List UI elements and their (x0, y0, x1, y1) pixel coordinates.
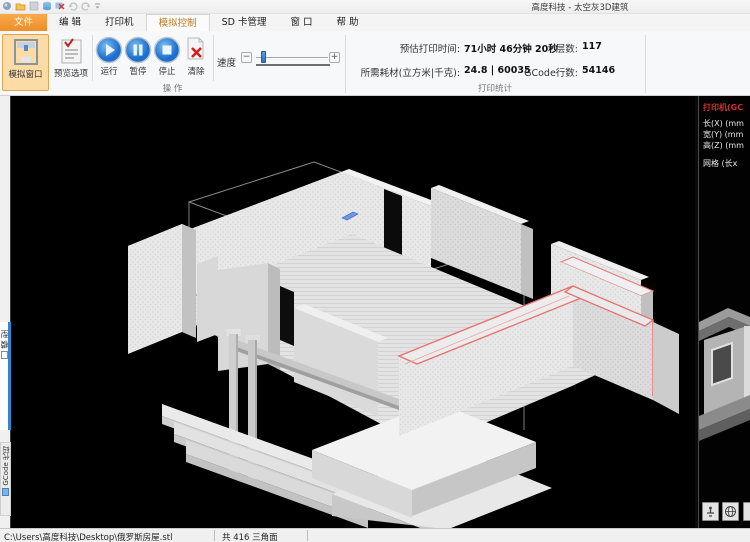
open-folder-icon[interactable] (15, 1, 26, 11)
print-time-label: 预估打印时间: (350, 41, 460, 55)
field-height-z: 高(Z) (mm (703, 140, 744, 151)
printer-params-panel: 打印机(GC 长(X) (mm 宽(Y) (mm 高(Z) (mm 网格 (长x (699, 96, 750, 528)
clear-label: 清除 (182, 65, 210, 77)
simulation-window-label: 模拟窗口 (3, 68, 48, 80)
field-width-y: 宽(Y) (mm (703, 129, 743, 140)
triangle-count: 共 416 三角面 (222, 531, 278, 542)
run-label: 运行 (95, 65, 123, 77)
left-tab-strip: 模 型 GCode 代码 (0, 96, 11, 528)
clear-icon (183, 36, 209, 64)
menu-file[interactable]: 文件 (0, 14, 47, 31)
menu-printer[interactable]: 打印机 (93, 14, 146, 31)
menu-sdcard[interactable]: SD 卡管理 (210, 14, 279, 31)
speed-label: 速度 (217, 55, 236, 69)
stop-label: 停止 (153, 65, 181, 77)
group-operation-label: 操 作 (0, 82, 345, 94)
material-label: 所需耗材(立方米|千克): (348, 65, 460, 79)
delete-database-icon[interactable] (55, 1, 65, 11)
menu-edit[interactable]: 编 辑 (47, 14, 93, 31)
app-window: 高度科技 - 太空灰3D建筑 文件 编 辑 打印机 模拟控制 SD 卡管理 窗 … (0, 0, 750, 542)
field-grid: 网格 (长x (703, 158, 737, 169)
gcode-lines-value: 54146 (582, 65, 615, 76)
speed-slider-groove (256, 64, 330, 66)
menu-simulation-control[interactable]: 模拟控制 (146, 14, 210, 31)
menu-bar: 文件 编 辑 打印机 模拟控制 SD 卡管理 窗 口 帮 助 (0, 14, 750, 31)
group-stats-label: 打印统计 (345, 82, 645, 94)
document-icon (1, 351, 8, 359)
printer-3d-icon (13, 37, 39, 67)
menu-window[interactable]: 窗 口 (278, 14, 324, 31)
undo-icon[interactable] (68, 1, 78, 11)
main-area: 模 型 GCode 代码 (0, 96, 750, 528)
speed-slider[interactable] (256, 57, 328, 58)
gcode-lines-label: GCode行数: (488, 65, 578, 79)
printhead-icon (704, 505, 717, 518)
quick-access-toolbar (2, 1, 102, 11)
pause-label: 暂停 (124, 65, 152, 77)
save-icon[interactable] (29, 1, 39, 11)
preview-checklist-icon (58, 36, 84, 66)
grid-sphere-button[interactable] (722, 502, 739, 521)
printhead-view-button[interactable] (702, 502, 719, 521)
play-icon (95, 36, 123, 64)
more-dropdown-icon[interactable] (94, 1, 102, 11)
layers-value: 117 (582, 41, 602, 52)
ribbon: 模拟窗口 预览选项 运行 (0, 31, 750, 96)
building-model-render (12, 96, 695, 528)
tab-model[interactable]: 模 型 (0, 322, 11, 430)
extra-view-button[interactable] (743, 502, 750, 521)
speed-plus-button[interactable]: + (329, 52, 340, 63)
title-bar: 高度科技 - 太空灰3D建筑 (0, 0, 750, 14)
field-length-x: 长(X) (mm (703, 118, 744, 129)
tab-gcode-label: GCode 代码 (1, 446, 11, 486)
file-path: C:\Users\高度科技\Desktop\俄罗斯房屋.stl (4, 531, 172, 542)
stop-icon (153, 36, 181, 64)
menu-help[interactable]: 帮 助 (324, 14, 370, 31)
database-icon[interactable] (42, 1, 52, 11)
window-title: 高度科技 - 太空灰3D建筑 (500, 1, 660, 13)
tab-model-label: 模 型 (0, 330, 10, 349)
app-icon (2, 1, 12, 11)
tab-gcode[interactable]: GCode 代码 (0, 442, 11, 516)
pause-icon (124, 36, 152, 64)
speed-minus-button[interactable]: − (241, 52, 252, 63)
printer-params-title: 打印机(GC (703, 102, 743, 113)
status-bar: C:\Users\高度科技\Desktop\俄罗斯房屋.stl 共 416 三角… (0, 528, 750, 542)
speed-slider-thumb[interactable] (261, 51, 266, 63)
redo-icon[interactable] (81, 1, 91, 11)
gcode-cube-icon (2, 488, 9, 496)
layers-label: 层数: (500, 41, 578, 55)
grid-sphere-icon (724, 505, 737, 518)
model-preview-thumbnail (699, 264, 750, 449)
viewport-3d[interactable] (12, 96, 695, 528)
preview-options-label: 预览选项 (52, 67, 90, 79)
